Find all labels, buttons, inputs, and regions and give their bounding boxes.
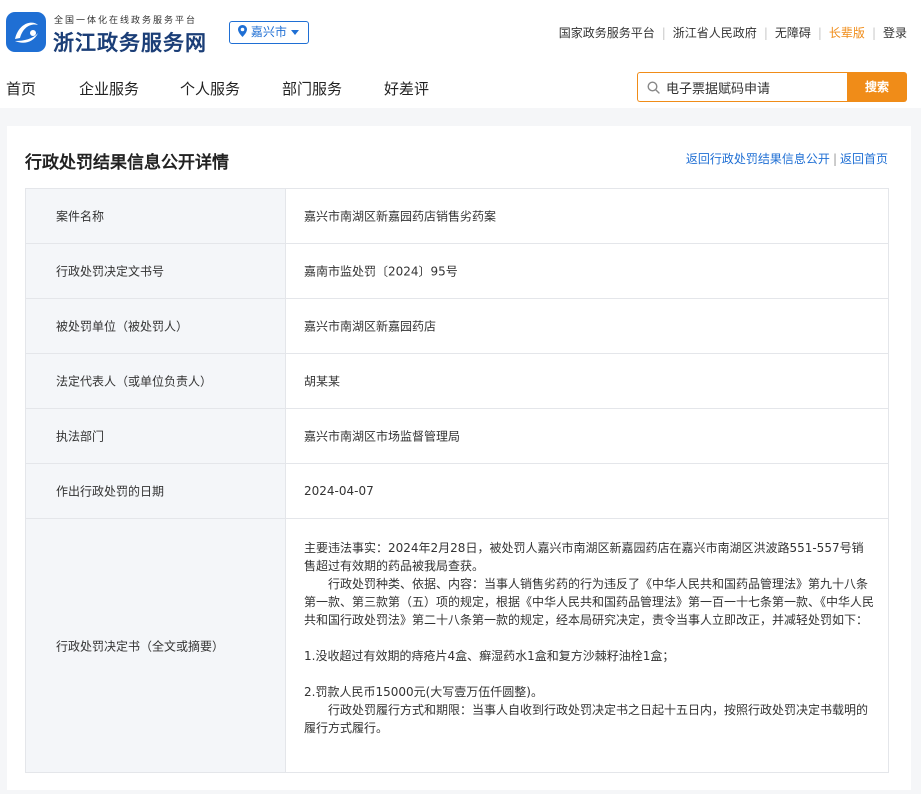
page-title: 行政处罚结果信息公开详情 — [25, 153, 229, 173]
field-value: 嘉兴市南湖区新嘉园药店销售劣药案 — [304, 209, 497, 224]
table-row: 行政处罚决定文书号 嘉南市监处罚〔2024〕95号 — [26, 244, 888, 299]
city-name: 嘉兴市 — [250, 25, 287, 39]
field-label: 法定代表人（或单位负责人） — [56, 374, 213, 389]
link-accessibility[interactable]: 无障碍 — [775, 26, 811, 40]
link-zhejiang-government[interactable]: 浙江省人民政府 — [673, 26, 757, 40]
decision-text: 主要违法事实：2024年2月28日，被处罚人嘉兴市南湖区新嘉园药店在嘉兴市南湖区… — [304, 539, 874, 737]
decision-paragraph: 1.没收超过有效期的痔疮片4盒、癣湿药水1盒和复方沙棘籽油栓1盒； — [304, 649, 675, 663]
search-button[interactable]: 搜索 — [847, 72, 907, 102]
decision-paragraph: 行政处罚履行方式和期限：当事人自收到行政处罚决定书之日起十五日内，按照行政处罚决… — [304, 703, 869, 735]
top-header: 全国一体化在线政务服务平台 浙江政务服务网 嘉兴市 国家政务服务平台 | 浙江省人民… — [0, 0, 921, 64]
separator: | — [763, 26, 768, 40]
location-pin-icon — [238, 23, 247, 44]
separator: | — [817, 26, 822, 40]
table-row: 法定代表人（或单位负责人） 胡某某 — [26, 354, 888, 409]
nav-item-personal[interactable]: 个人服务 — [180, 78, 240, 99]
field-label: 案件名称 — [56, 209, 105, 224]
site-name[interactable]: 浙江政务服务网 — [53, 27, 207, 57]
city-selector[interactable]: 嘉兴市 — [229, 21, 309, 44]
back-to-home-link[interactable]: 返回首页 — [840, 152, 888, 166]
field-label: 被处罚单位（被处罚人） — [56, 319, 189, 334]
field-value: 胡某某 — [304, 374, 341, 389]
top-links: 国家政务服务平台 | 浙江省人民政府 | 无障碍 | 长辈版 | 登录 — [559, 24, 907, 41]
decision-paragraph: 主要违法事实：2024年2月28日，被处罚人嘉兴市南湖区新嘉园药店在嘉兴市南湖区… — [304, 541, 864, 573]
decision-paragraph: 行政处罚种类、依据、内容：当事人销售劣药的行为违反了《中华人民共和国药品管理法》… — [304, 577, 875, 627]
table-row: 行政处罚决定书（全文或摘要） 主要违法事实：2024年2月28日，被处罚人嘉兴市… — [26, 519, 888, 772]
field-value: 嘉兴市南湖区市场监督管理局 — [304, 429, 461, 444]
content-card: 行政处罚结果信息公开详情 返回行政处罚结果信息公开 | 返回首页 案件名称 嘉兴市南… — [7, 126, 911, 790]
link-separator: | — [832, 152, 837, 166]
nav-item-department[interactable]: 部门服务 — [282, 78, 342, 99]
nav-item-evaluation[interactable]: 好差评 — [384, 78, 429, 99]
nav-item-enterprise[interactable]: 企业服务 — [79, 78, 139, 99]
platform-tagline: 全国一体化在线政务服务平台 — [54, 16, 198, 26]
detail-table: 案件名称 嘉兴市南湖区新嘉园药店销售劣药案 行政处罚决定文书号 嘉南市监处罚〔2… — [25, 188, 889, 773]
field-value: 嘉南市监处罚〔2024〕95号 — [304, 264, 458, 279]
breadcrumb-links: 返回行政处罚结果信息公开 | 返回首页 — [686, 150, 888, 167]
link-elder-mode[interactable]: 长辈版 — [829, 26, 865, 40]
separator: | — [661, 26, 666, 40]
table-row: 作出行政处罚的日期 2024-04-07 — [26, 464, 888, 519]
logo-icon[interactable] — [6, 12, 46, 52]
field-label: 作出行政处罚的日期 — [56, 484, 165, 499]
search-box — [637, 72, 847, 102]
separator: | — [871, 26, 876, 40]
link-login[interactable]: 登录 — [883, 26, 907, 40]
field-value: 嘉兴市南湖区新嘉园药店 — [304, 319, 437, 334]
field-label: 行政处罚决定书（全文或摘要） — [56, 639, 225, 653]
field-label: 执法部门 — [56, 429, 105, 444]
table-row: 案件名称 嘉兴市南湖区新嘉园药店销售劣药案 — [26, 189, 888, 244]
search-input[interactable] — [666, 78, 842, 97]
field-label: 行政处罚决定文书号 — [56, 264, 165, 279]
table-row: 执法部门 嘉兴市南湖区市场监督管理局 — [26, 409, 888, 464]
field-value: 2024-04-07 — [304, 484, 374, 498]
decision-paragraph: 2.罚款人民币15000元(大写壹万伍仟圆整)。 — [304, 685, 543, 699]
link-national-platform[interactable]: 国家政务服务平台 — [559, 26, 655, 40]
nav-item-home[interactable]: 首页 — [6, 78, 36, 99]
chevron-down-icon — [290, 25, 299, 39]
back-to-list-link[interactable]: 返回行政处罚结果信息公开 — [686, 152, 830, 166]
table-row: 被处罚单位（被处罚人） 嘉兴市南湖区新嘉园药店 — [26, 299, 888, 354]
